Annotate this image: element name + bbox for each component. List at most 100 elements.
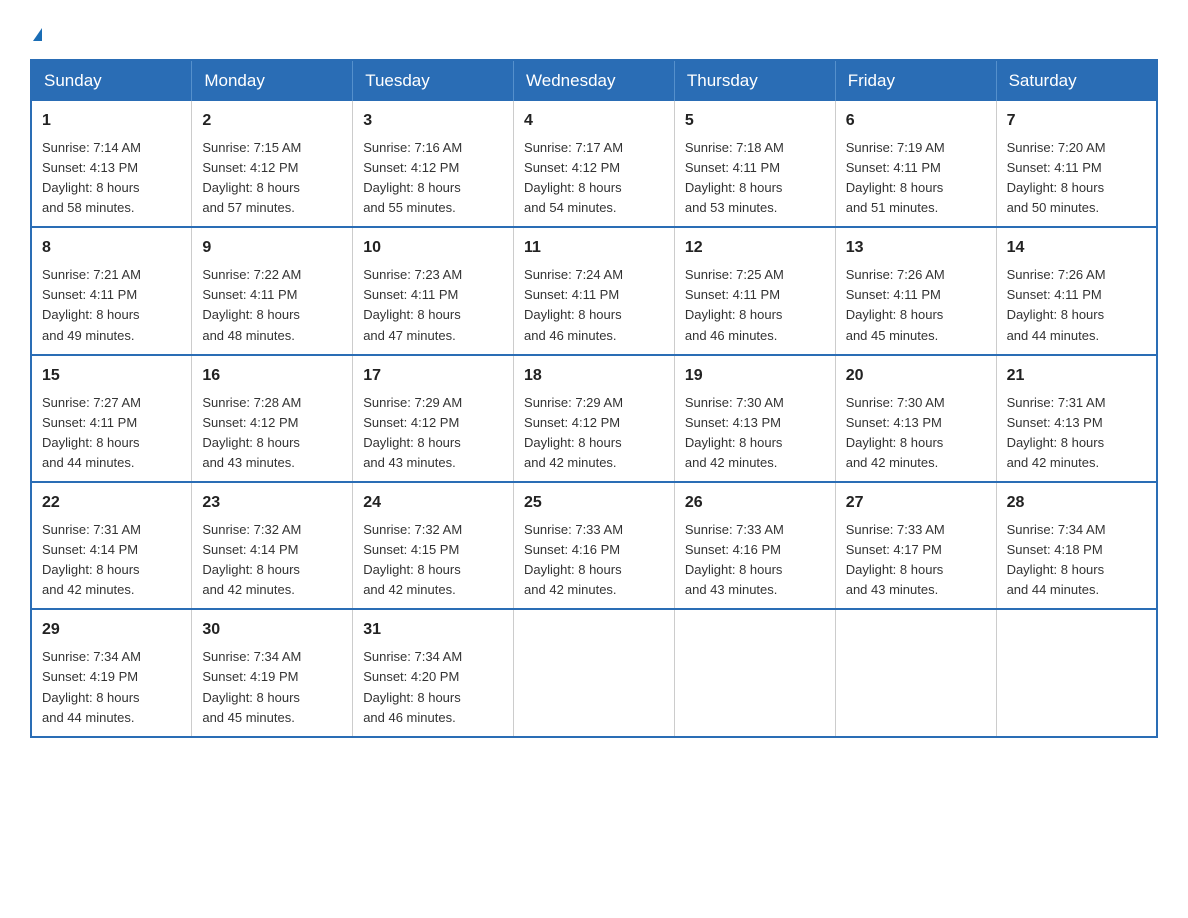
weekday-header-thursday: Thursday xyxy=(674,60,835,101)
calendar-day-cell: 30Sunrise: 7:34 AMSunset: 4:19 PMDayligh… xyxy=(192,609,353,736)
day-info: Sunrise: 7:26 AMSunset: 4:11 PMDaylight:… xyxy=(846,265,986,346)
day-info: Sunrise: 7:24 AMSunset: 4:11 PMDaylight:… xyxy=(524,265,664,346)
calendar-day-cell xyxy=(835,609,996,736)
day-number: 8 xyxy=(42,236,181,261)
calendar-day-cell: 18 Sunrise: 7:29 AMSunset: 4:12 PMDayligh… xyxy=(514,355,675,482)
day-info: Sunrise: 7:25 AMSunset: 4:11 PMDaylight:… xyxy=(685,265,825,346)
day-number: 22 xyxy=(42,491,181,516)
calendar-day-cell: 13 Sunrise: 7:26 AMSunset: 4:11 PMDayligh… xyxy=(835,227,996,354)
calendar-day-cell: 16Sunrise: 7:28 AMSunset: 4:12 PMDayligh… xyxy=(192,355,353,482)
day-info: Sunrise: 7:29 AMSunset: 4:12 PMDaylight:… xyxy=(524,393,664,474)
calendar-week-row: 22 Sunrise: 7:31 AMSunset: 4:14 PMDayligh… xyxy=(31,482,1157,609)
day-number: 2 xyxy=(202,109,342,134)
day-number: 26 xyxy=(685,491,825,516)
day-info: Sunrise: 7:28 AMSunset: 4:12 PMDaylight:… xyxy=(202,393,342,474)
day-info: Sunrise: 7:17 AMSunset: 4:12 PMDaylight:… xyxy=(524,138,664,219)
calendar-week-row: 8 Sunrise: 7:21 AMSunset: 4:11 PMDaylight… xyxy=(31,227,1157,354)
calendar-day-cell: 27 Sunrise: 7:33 AMSunset: 4:17 PMDayligh… xyxy=(835,482,996,609)
day-number: 15 xyxy=(42,364,181,389)
calendar-day-cell: 17Sunrise: 7:29 AMSunset: 4:12 PMDayligh… xyxy=(353,355,514,482)
day-number: 6 xyxy=(846,109,986,134)
weekday-header-tuesday: Tuesday xyxy=(353,60,514,101)
calendar-day-cell: 3 Sunrise: 7:16 AMSunset: 4:12 PMDaylight… xyxy=(353,101,514,227)
calendar-body: 1Sunrise: 7:14 AMSunset: 4:13 PMDaylight… xyxy=(31,101,1157,737)
day-number: 18 xyxy=(524,364,664,389)
calendar-day-cell: 31Sunrise: 7:34 AMSunset: 4:20 PMDayligh… xyxy=(353,609,514,736)
calendar-day-cell: 20 Sunrise: 7:30 AMSunset: 4:13 PMDayligh… xyxy=(835,355,996,482)
calendar-day-cell: 29 Sunrise: 7:34 AMSunset: 4:19 PMDayligh… xyxy=(31,609,192,736)
calendar-day-cell: 5 Sunrise: 7:18 AMSunset: 4:11 PMDaylight… xyxy=(674,101,835,227)
day-info: Sunrise: 7:18 AMSunset: 4:11 PMDaylight:… xyxy=(685,138,825,219)
weekday-header-saturday: Saturday xyxy=(996,60,1157,101)
calendar-day-cell: 2 Sunrise: 7:15 AMSunset: 4:12 PMDaylight… xyxy=(192,101,353,227)
calendar-day-cell: 7 Sunrise: 7:20 AMSunset: 4:11 PMDaylight… xyxy=(996,101,1157,227)
day-info: Sunrise: 7:34 AMSunset: 4:19 PMDaylight:… xyxy=(42,647,181,728)
calendar-day-cell: 12 Sunrise: 7:25 AMSunset: 4:11 PMDayligh… xyxy=(674,227,835,354)
day-info: Sunrise: 7:30 AMSunset: 4:13 PMDaylight:… xyxy=(846,393,986,474)
calendar-day-cell: 8 Sunrise: 7:21 AMSunset: 4:11 PMDaylight… xyxy=(31,227,192,354)
day-number: 29 xyxy=(42,618,181,643)
calendar-day-cell: 24 Sunrise: 7:32 AMSunset: 4:15 PMDayligh… xyxy=(353,482,514,609)
page-header xyxy=(30,20,1158,41)
calendar-day-cell: 9 Sunrise: 7:22 AMSunset: 4:11 PMDaylight… xyxy=(192,227,353,354)
day-number: 11 xyxy=(524,236,664,261)
calendar-day-cell xyxy=(996,609,1157,736)
calendar-day-cell: 14Sunrise: 7:26 AMSunset: 4:11 PMDayligh… xyxy=(996,227,1157,354)
day-number: 25 xyxy=(524,491,664,516)
calendar-day-cell: 23 Sunrise: 7:32 AMSunset: 4:14 PMDayligh… xyxy=(192,482,353,609)
day-info: Sunrise: 7:31 AMSunset: 4:14 PMDaylight:… xyxy=(42,520,181,601)
day-number: 31 xyxy=(363,618,503,643)
calendar-day-cell: 15 Sunrise: 7:27 AMSunset: 4:11 PMDayligh… xyxy=(31,355,192,482)
day-info: Sunrise: 7:19 AMSunset: 4:11 PMDaylight:… xyxy=(846,138,986,219)
calendar-header: SundayMondayTuesdayWednesdayThursdayFrid… xyxy=(31,60,1157,101)
day-number: 27 xyxy=(846,491,986,516)
calendar-day-cell: 21 Sunrise: 7:31 AMSunset: 4:13 PMDayligh… xyxy=(996,355,1157,482)
day-info: Sunrise: 7:21 AMSunset: 4:11 PMDaylight:… xyxy=(42,265,181,346)
calendar-day-cell xyxy=(514,609,675,736)
day-number: 24 xyxy=(363,491,503,516)
day-number: 12 xyxy=(685,236,825,261)
calendar-week-row: 1Sunrise: 7:14 AMSunset: 4:13 PMDaylight… xyxy=(31,101,1157,227)
day-info: Sunrise: 7:33 AMSunset: 4:17 PMDaylight:… xyxy=(846,520,986,601)
calendar-day-cell: 4 Sunrise: 7:17 AMSunset: 4:12 PMDaylight… xyxy=(514,101,675,227)
calendar-day-cell: 26Sunrise: 7:33 AMSunset: 4:16 PMDayligh… xyxy=(674,482,835,609)
day-number: 14 xyxy=(1007,236,1146,261)
day-info: Sunrise: 7:14 AMSunset: 4:13 PMDaylight:… xyxy=(42,138,181,219)
day-number: 13 xyxy=(846,236,986,261)
day-number: 4 xyxy=(524,109,664,134)
calendar-day-cell: 11 Sunrise: 7:24 AMSunset: 4:11 PMDayligh… xyxy=(514,227,675,354)
day-number: 7 xyxy=(1007,109,1146,134)
calendar-day-cell: 6 Sunrise: 7:19 AMSunset: 4:11 PMDaylight… xyxy=(835,101,996,227)
day-info: Sunrise: 7:16 AMSunset: 4:12 PMDaylight:… xyxy=(363,138,503,219)
calendar-day-cell: 1Sunrise: 7:14 AMSunset: 4:13 PMDaylight… xyxy=(31,101,192,227)
day-info: Sunrise: 7:32 AMSunset: 4:15 PMDaylight:… xyxy=(363,520,503,601)
calendar-day-cell: 22 Sunrise: 7:31 AMSunset: 4:14 PMDayligh… xyxy=(31,482,192,609)
day-number: 3 xyxy=(363,109,503,134)
day-number: 21 xyxy=(1007,364,1146,389)
day-info: Sunrise: 7:31 AMSunset: 4:13 PMDaylight:… xyxy=(1007,393,1146,474)
calendar-week-row: 29 Sunrise: 7:34 AMSunset: 4:19 PMDayligh… xyxy=(31,609,1157,736)
day-info: Sunrise: 7:33 AMSunset: 4:16 PMDaylight:… xyxy=(524,520,664,601)
weekday-header-wednesday: Wednesday xyxy=(514,60,675,101)
logo-arrow-icon xyxy=(33,28,42,41)
day-info: Sunrise: 7:27 AMSunset: 4:11 PMDaylight:… xyxy=(42,393,181,474)
day-number: 28 xyxy=(1007,491,1146,516)
day-info: Sunrise: 7:22 AMSunset: 4:11 PMDaylight:… xyxy=(202,265,342,346)
weekday-header-row: SundayMondayTuesdayWednesdayThursdayFrid… xyxy=(31,60,1157,101)
day-number: 9 xyxy=(202,236,342,261)
day-info: Sunrise: 7:32 AMSunset: 4:14 PMDaylight:… xyxy=(202,520,342,601)
day-number: 23 xyxy=(202,491,342,516)
calendar-day-cell: 10Sunrise: 7:23 AMSunset: 4:11 PMDayligh… xyxy=(353,227,514,354)
calendar-day-cell: 25 Sunrise: 7:33 AMSunset: 4:16 PMDayligh… xyxy=(514,482,675,609)
day-number: 19 xyxy=(685,364,825,389)
day-info: Sunrise: 7:20 AMSunset: 4:11 PMDaylight:… xyxy=(1007,138,1146,219)
weekday-header-monday: Monday xyxy=(192,60,353,101)
day-number: 5 xyxy=(685,109,825,134)
weekday-header-sunday: Sunday xyxy=(31,60,192,101)
day-info: Sunrise: 7:23 AMSunset: 4:11 PMDaylight:… xyxy=(363,265,503,346)
calendar-table: SundayMondayTuesdayWednesdayThursdayFrid… xyxy=(30,59,1158,738)
calendar-day-cell: 19Sunrise: 7:30 AMSunset: 4:13 PMDayligh… xyxy=(674,355,835,482)
day-number: 20 xyxy=(846,364,986,389)
day-info: Sunrise: 7:34 AMSunset: 4:18 PMDaylight:… xyxy=(1007,520,1146,601)
day-info: Sunrise: 7:15 AMSunset: 4:12 PMDaylight:… xyxy=(202,138,342,219)
